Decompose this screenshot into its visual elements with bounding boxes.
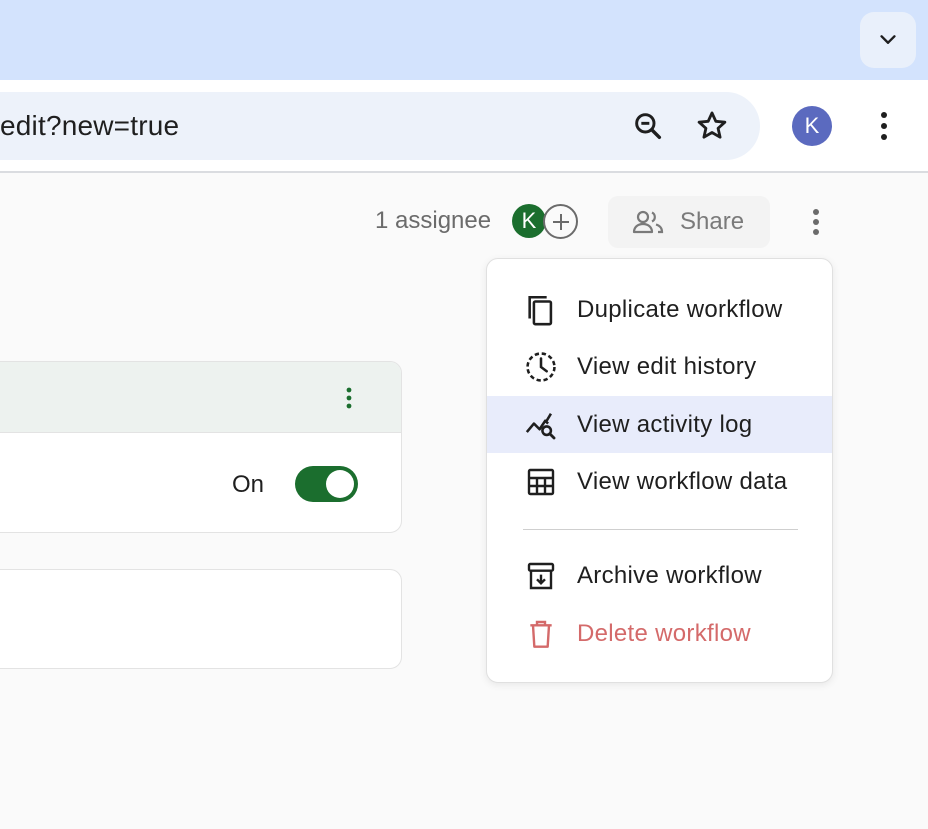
menu-item-label: View workflow data <box>577 467 788 495</box>
activity-log-icon <box>523 407 559 443</box>
profile-avatar[interactable]: K <box>792 106 832 146</box>
table-icon <box>523 464 559 500</box>
share-button[interactable]: Share <box>608 196 770 248</box>
menu-item-label: Archive workflow <box>577 561 762 589</box>
menu-item-label: View activity log <box>577 410 753 438</box>
workflow-toggle[interactable] <box>295 466 358 502</box>
add-assignee-button[interactable] <box>543 204 578 239</box>
browser-menu-button[interactable] <box>866 106 902 146</box>
workflow-options-menu: Duplicate workflow View edit history Vie… <box>486 258 833 683</box>
address-bar-url[interactable]: edit?new=true <box>0 110 179 142</box>
menu-item-view-workflow-data[interactable]: View workflow data <box>487 453 832 510</box>
trash-icon <box>523 616 559 652</box>
more-vert-icon <box>346 387 352 409</box>
plus-icon <box>552 213 569 230</box>
menu-item-view-activity-log[interactable]: View activity log <box>487 396 832 453</box>
workflow-card <box>0 361 402 533</box>
archive-icon <box>523 558 559 594</box>
star-icon <box>697 111 727 139</box>
menu-item-label: View edit history <box>577 352 757 380</box>
more-vert-icon <box>813 209 819 235</box>
zoom-out-icon <box>635 113 662 140</box>
assignee-count: 1 assignee <box>375 207 492 234</box>
more-vert-icon <box>881 112 887 140</box>
toggle-status-label: On <box>232 471 265 498</box>
chevron-down-icon <box>880 35 896 44</box>
share-label: Share <box>680 208 745 235</box>
menu-item-view-edit-history[interactable]: View edit history <box>487 338 832 395</box>
card-menu-button[interactable] <box>337 382 361 414</box>
menu-divider <box>523 529 798 530</box>
people-icon <box>632 210 664 234</box>
workflow-more-button[interactable] <box>800 202 832 242</box>
assignee-avatar[interactable]: K <box>512 204 546 238</box>
bookmark-button[interactable] <box>692 106 732 146</box>
menu-item-archive-workflow[interactable]: Archive workflow <box>487 547 832 604</box>
menu-item-delete-workflow[interactable]: Delete workflow <box>487 605 832 662</box>
tab-strip <box>0 0 928 80</box>
toggle-knob <box>326 470 354 498</box>
history-icon <box>523 349 559 385</box>
menu-item-label: Duplicate workflow <box>577 295 783 323</box>
menu-item-label: Delete workflow <box>577 619 751 647</box>
tab-search-button[interactable] <box>860 12 916 68</box>
menu-item-duplicate-workflow[interactable]: Duplicate workflow <box>487 281 832 338</box>
copy-icon <box>523 292 559 328</box>
zoom-button[interactable] <box>628 106 668 146</box>
workflow-card-secondary <box>0 569 402 669</box>
